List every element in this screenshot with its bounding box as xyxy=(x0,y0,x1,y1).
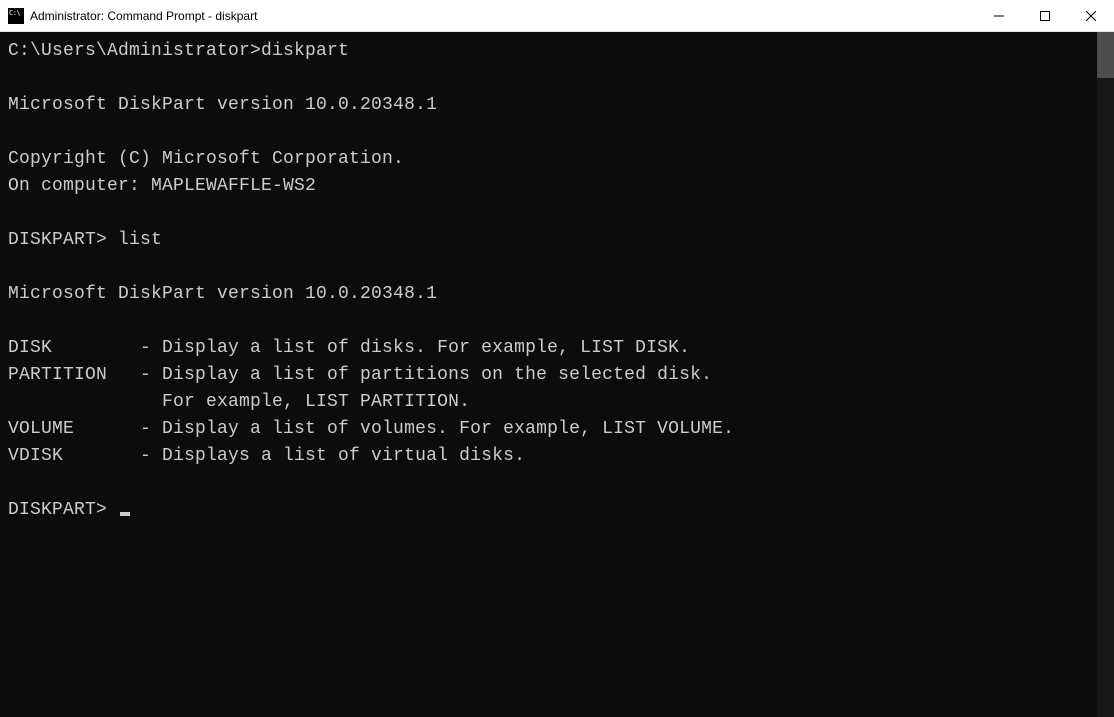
console-line: Microsoft DiskPart version 10.0.20348.1 xyxy=(8,284,437,304)
shell-prompt: C:\Users\Administrator> xyxy=(8,41,261,61)
console-line: VOLUME - Display a list of volumes. For … xyxy=(8,419,734,439)
close-icon xyxy=(1086,11,1096,21)
console-line: For example, LIST PARTITION. xyxy=(8,392,470,412)
text-cursor xyxy=(120,512,130,516)
window-title: Administrator: Command Prompt - diskpart xyxy=(30,9,976,23)
diskpart-prompt: DISKPART> xyxy=(8,500,118,520)
window-titlebar: Administrator: Command Prompt - diskpart xyxy=(0,0,1114,32)
scrollbar-thumb[interactable] xyxy=(1097,32,1114,78)
console-line: On computer: MAPLEWAFFLE-WS2 xyxy=(8,176,316,196)
close-button[interactable] xyxy=(1068,0,1114,31)
console-line: VDISK - Displays a list of virtual disks… xyxy=(8,446,525,466)
console-area: C:\Users\Administrator>diskpart Microsof… xyxy=(0,32,1114,717)
minimize-icon xyxy=(994,11,1004,21)
diskpart-prompt: DISKPART> xyxy=(8,230,118,250)
maximize-icon xyxy=(1040,11,1050,21)
window-controls xyxy=(976,0,1114,31)
console-line: DISK - Display a list of disks. For exam… xyxy=(8,338,690,358)
maximize-button[interactable] xyxy=(1022,0,1068,31)
console-line: Copyright (C) Microsoft Corporation. xyxy=(8,149,404,169)
vertical-scrollbar[interactable] xyxy=(1097,32,1114,717)
console-line: PARTITION - Display a list of partitions… xyxy=(8,365,712,385)
shell-command: diskpart xyxy=(261,41,349,61)
cmd-icon xyxy=(8,8,24,24)
console-line: Microsoft DiskPart version 10.0.20348.1 xyxy=(8,95,437,115)
minimize-button[interactable] xyxy=(976,0,1022,31)
diskpart-command: list xyxy=(118,230,162,250)
console-output[interactable]: C:\Users\Administrator>diskpart Microsof… xyxy=(0,32,1097,717)
